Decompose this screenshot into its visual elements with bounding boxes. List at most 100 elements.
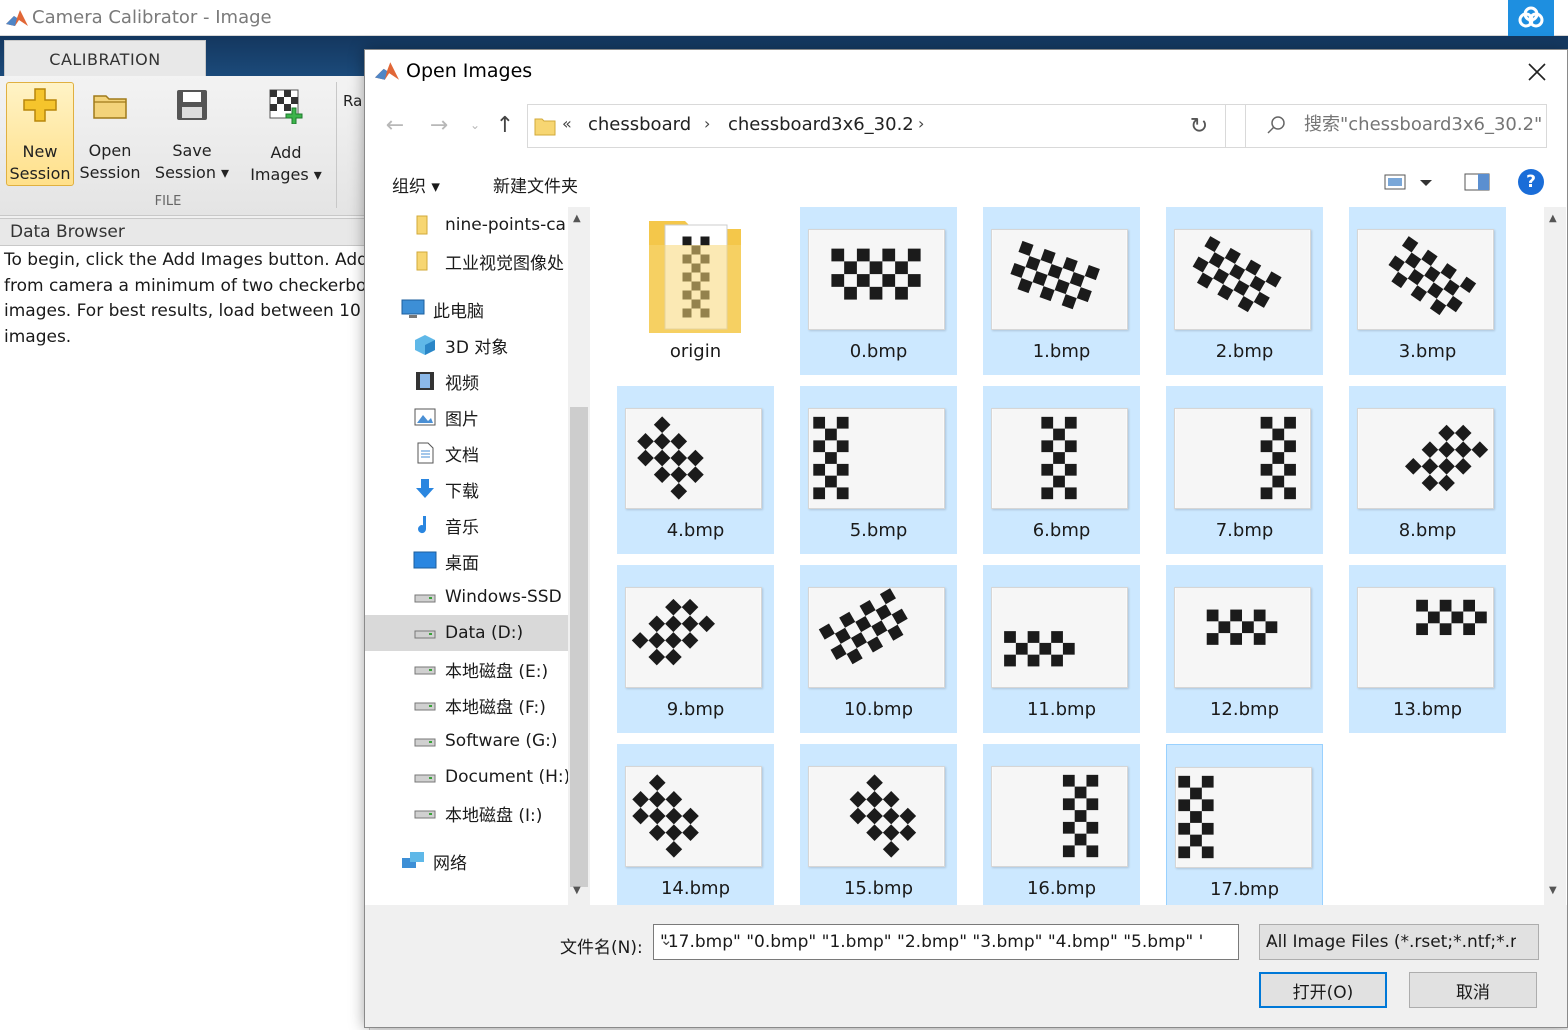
nav-item[interactable]: 网络 (365, 843, 569, 879)
scroll-up-icon[interactable]: ▲ (1549, 213, 1557, 224)
scroll-down-icon[interactable]: ▼ (1549, 885, 1557, 896)
floppy-disk-icon (173, 88, 211, 122)
nav-item[interactable]: nine-points-ca (365, 207, 569, 243)
file-type-select[interactable]: All Image Files (*.rset;*.ntf;*.r ⌄ (1259, 924, 1539, 960)
file-item[interactable]: 16.bmp (983, 744, 1140, 905)
nav-item-label: 音乐 (445, 517, 479, 538)
cancel-button[interactable]: 取消 (1409, 972, 1537, 1008)
drive-icon (413, 621, 437, 645)
refresh-button[interactable]: ↻ (1173, 104, 1226, 148)
file-item[interactable]: 15.bmp (800, 744, 957, 905)
file-item[interactable]: 8.bmp (1349, 386, 1506, 554)
filename-input[interactable]: "17.bmp" "0.bmp" "1.bmp" "2.bmp" "3.bmp"… (653, 924, 1239, 960)
files-scrollbar[interactable]: ▲ ▼ (1544, 207, 1566, 905)
cloud-icon[interactable] (1508, 0, 1554, 36)
nav-item[interactable]: Windows-SSD (365, 579, 569, 615)
scroll-down-icon[interactable]: ▼ (573, 885, 581, 896)
scroll-up-icon[interactable]: ▲ (573, 213, 581, 224)
file-name: 12.bmp (1209, 699, 1279, 720)
file-name: origin (669, 341, 722, 362)
forward-arrow-icon[interactable]: → (427, 112, 451, 138)
data-browser-title: Data Browser (10, 222, 125, 242)
file-item[interactable]: 14.bmp (617, 744, 774, 905)
recent-dropdown-icon[interactable]: ⌄ (463, 112, 487, 138)
breadcrumb-item[interactable]: chessboard3x6_30.2 (728, 114, 914, 135)
nav-item[interactable]: Document (H:) (365, 759, 569, 795)
nav-item[interactable]: 本地磁盘 (E:) (365, 651, 569, 687)
file-item[interactable]: 12.bmp (1166, 565, 1323, 733)
image-thumbnail (991, 587, 1128, 688)
file-item[interactable]: 4.bmp (617, 386, 774, 554)
nav-item[interactable]: 此电脑 (365, 291, 569, 327)
organize-menu[interactable]: 组织 ▾ (392, 172, 440, 197)
breadcrumb-overflow-icon[interactable]: « (562, 114, 572, 133)
file-item[interactable]: 0.bmp (800, 207, 957, 375)
image-thumbnail (1174, 229, 1311, 330)
image-thumbnail (1174, 587, 1311, 688)
nav-item-label: 网络 (433, 853, 467, 874)
nav-item[interactable]: 文档 (365, 435, 569, 471)
change-view-button[interactable] (1384, 172, 1436, 196)
back-arrow-icon[interactable]: ← (383, 112, 407, 138)
image-thumbnail (808, 766, 945, 867)
nav-item[interactable]: 本地磁盘 (F:) (365, 687, 569, 723)
file-item[interactable]: 13.bmp (1349, 565, 1506, 733)
close-icon[interactable] (1525, 60, 1549, 84)
new-session-button[interactable]: New Session (6, 82, 74, 186)
nav-item[interactable]: 本地磁盘 (I:) (365, 795, 569, 831)
search-box[interactable] (1245, 104, 1547, 148)
chevron-down-icon[interactable]: ⌄ (1266, 931, 1516, 949)
nav-item-label: 图片 (445, 409, 479, 430)
tab-calibration[interactable]: CALIBRATION (4, 40, 206, 78)
scrollbar-thumb[interactable] (570, 407, 588, 887)
nav-item[interactable]: 下载 (365, 471, 569, 507)
save-session-button[interactable]: Save Session ▾ (148, 84, 236, 184)
nav-item[interactable]: 桌面 (365, 543, 569, 579)
navigation-pane: nine-points-ca 工业视觉图像处 此电脑 3D 对象 视频图片文档 下载音乐桌… (365, 207, 592, 905)
nav-item[interactable]: 工业视觉图像处 (365, 243, 569, 279)
search-input[interactable] (1304, 114, 1544, 135)
chevron-right-icon[interactable]: › (704, 114, 710, 133)
file-item[interactable]: 5.bmp (800, 386, 957, 554)
file-name: 6.bmp (1032, 520, 1091, 541)
folder-icon (534, 115, 556, 141)
open-button[interactable]: 打开(O) (1259, 972, 1387, 1008)
file-item[interactable]: 9.bmp (617, 565, 774, 733)
nav-item-label: 本地磁盘 (I:) (445, 805, 543, 826)
file-item[interactable]: 11.bmp (983, 565, 1140, 733)
file-name: 0.bmp (849, 341, 908, 362)
up-arrow-icon[interactable]: ↑ (493, 112, 517, 138)
file-item[interactable]: 17.bmp (1166, 744, 1323, 905)
file-name: 11.bmp (1026, 699, 1096, 720)
open-session-button[interactable]: Open Session (76, 84, 144, 184)
nav-item[interactable]: 音乐 (365, 507, 569, 543)
drive-icon (413, 693, 437, 717)
dialog-footer: 文件名(N): "17.bmp" "0.bmp" "1.bmp" "2.bmp"… (365, 905, 1567, 1027)
nav-scrollbar[interactable]: ▲ ▼ (568, 207, 590, 905)
folder-icon (645, 211, 745, 335)
chevron-down-icon[interactable]: ⌄ (660, 931, 1210, 949)
add-images-button[interactable]: Add Images ▾ (240, 84, 332, 184)
nav-item[interactable]: Software (G:) (365, 723, 569, 759)
file-name: 4.bmp (666, 520, 725, 541)
folder-item[interactable]: origin (617, 207, 774, 375)
file-item[interactable]: 2.bmp (1166, 207, 1323, 375)
file-item[interactable]: 6.bmp (983, 386, 1140, 554)
dialog-title: Open Images (406, 60, 533, 82)
download-icon (413, 477, 437, 501)
nav-item[interactable]: Data (D:) (365, 615, 569, 651)
chevron-right-icon[interactable]: › (918, 114, 924, 133)
refresh-icon: ↻ (1189, 113, 1209, 139)
help-icon[interactable]: ? (1518, 169, 1544, 195)
breadcrumb-item[interactable]: chessboard (588, 114, 691, 135)
file-item[interactable]: 3.bmp (1349, 207, 1506, 375)
file-item[interactable]: 7.bmp (1166, 386, 1323, 554)
nav-item[interactable]: 3D 对象 (365, 327, 569, 363)
file-item[interactable]: 1.bmp (983, 207, 1140, 375)
nav-item[interactable]: 图片 (365, 399, 569, 435)
preview-pane-icon[interactable] (1464, 172, 1490, 196)
nav-item-label: nine-points-ca (445, 215, 566, 235)
nav-item[interactable]: 视频 (365, 363, 569, 399)
file-item[interactable]: 10.bmp (800, 565, 957, 733)
new-folder-button[interactable]: 新建文件夹 (493, 172, 578, 197)
